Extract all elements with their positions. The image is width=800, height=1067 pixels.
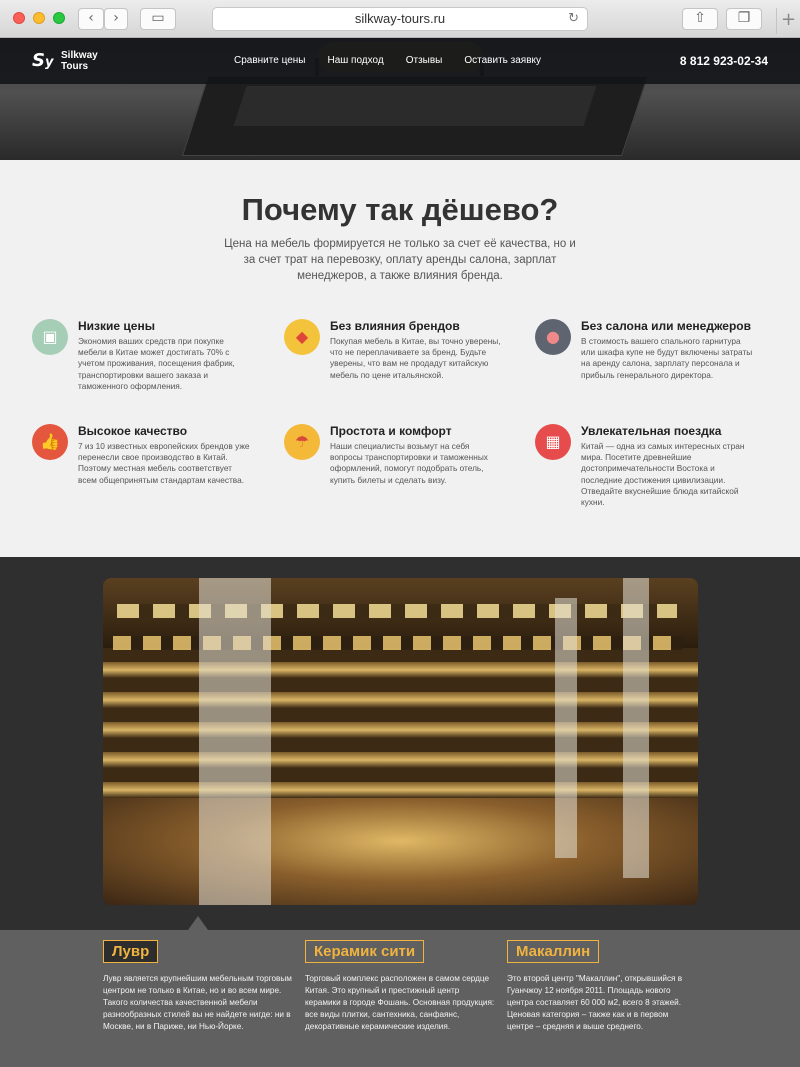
browser-toolbar: ‹ › ▭ silkway-tours.ru ↻ ⇧ ❐ + [0,0,800,38]
chevron-right-icon: › [113,10,119,26]
feature-text: В стоимость вашего спального гарнитура и… [581,336,753,380]
back-button[interactable]: ‹ [78,8,104,30]
feature-title: Высокое качество [78,424,188,438]
why-cheap-section: Почему так дёшево? Цена на мебель формир… [0,160,800,557]
site-nav: Sy Silkway Tours Сравните цены Наш подхо… [0,38,800,84]
train-icon: ▦ [535,424,571,460]
plus-icon: + [780,9,797,30]
site-logo[interactable]: Sy Silkway Tours [32,48,112,74]
photo-floors [103,648,698,798]
nav-link-approach[interactable]: Наш подход [327,38,383,84]
feature-title: Без влияния брендов [330,319,460,333]
feature-title: Без салона или менеджеров [581,319,752,333]
close-window-button[interactable] [13,12,25,24]
place-tab-louvre[interactable]: Лувр [103,940,159,963]
tabs-button[interactable]: ❐ [726,8,762,30]
feature-title: Простота и комфорт [330,424,452,438]
place-louvre: Лувр Лувр является крупнейшим мебельным … [103,940,293,1033]
feature-text: 7 из 10 известных европейских брендов уж… [78,441,250,485]
place-macalline: Макаллин Это второй центр "Макаллин", от… [507,940,697,1033]
gallery-section [0,557,800,930]
photo-banner [555,598,577,858]
place-tab-ceramic-city[interactable]: Керамик сити [305,940,425,963]
logo-text-line1: Silkway [61,50,98,61]
share-icon: ⇧ [694,10,706,26]
nav-links: Сравните цены Наш подход Отзывы Оставить… [234,38,563,84]
gallery-pointer [188,916,208,930]
place-text: Это второй центр "Макаллин", открывшийся… [507,974,683,1031]
thumbs-up-icon: 👍 [32,424,68,460]
tabs-icon: ❐ [737,10,751,26]
feature-text: Экономия ваших средств при покупке мебел… [78,336,235,391]
sidebar-toggle-button[interactable]: ▭ [140,8,176,30]
mall-photo [103,578,698,905]
logo-icon: Sy [32,50,54,71]
piggy-bank-icon: ● [535,319,571,355]
photo-floor [103,798,698,905]
phone-number[interactable]: 8 812 923-02-34 [680,38,768,84]
reload-icon[interactable]: ↻ [568,8,579,30]
feature-title: Увлекательная поездка [581,424,722,438]
place-ceramic-city: Керамик сити Торговый комплекс расположе… [305,940,495,1033]
nav-link-request[interactable]: Оставить заявку [464,38,541,84]
sidebar-icon: ▭ [151,10,165,26]
address-bar[interactable]: silkway-tours.ru ↻ [212,7,588,31]
section-title: Почему так дёшево? [241,192,559,227]
section-lead: Цена на мебель формируется не только за … [224,238,576,282]
logo-text-line2: Tours [61,61,89,72]
feature-text: Наши специалисты возьмут на себя вопросы… [330,441,488,485]
hero-object-detail [233,86,597,126]
feature-title: Низкие цены [78,319,155,333]
nav-link-reviews[interactable]: Отзывы [406,38,443,84]
place-tab-macalline[interactable]: Макаллин [507,940,600,963]
beach-umbrella-icon: ☂ [284,424,320,460]
tag-icon: ◆ [284,319,320,355]
share-button[interactable]: ⇧ [682,8,718,30]
photo-banner [623,578,649,878]
feature-text: Покупая мебель в Китае, вы точно уверены… [330,336,501,380]
minimize-window-button[interactable] [33,12,45,24]
maximize-window-button[interactable] [53,12,65,24]
places-section: Лувр Лувр является крупнейшим мебельным … [0,930,800,1067]
new-tab-button[interactable]: + [776,8,800,34]
place-text: Торговый комплекс расположен в самом сер… [305,974,495,1031]
chevron-left-icon: ‹ [88,10,94,26]
url-text: silkway-tours.ru [354,11,446,26]
feature-text: Китай — одна из самых интересных стран м… [581,441,745,508]
wallet-icon: ▣ [32,319,68,355]
forward-button[interactable]: › [104,8,128,30]
nav-link-compare[interactable]: Сравните цены [234,38,305,84]
photo-banner [199,578,271,905]
place-text: Лувр является крупнейшим мебельным торго… [103,974,292,1031]
